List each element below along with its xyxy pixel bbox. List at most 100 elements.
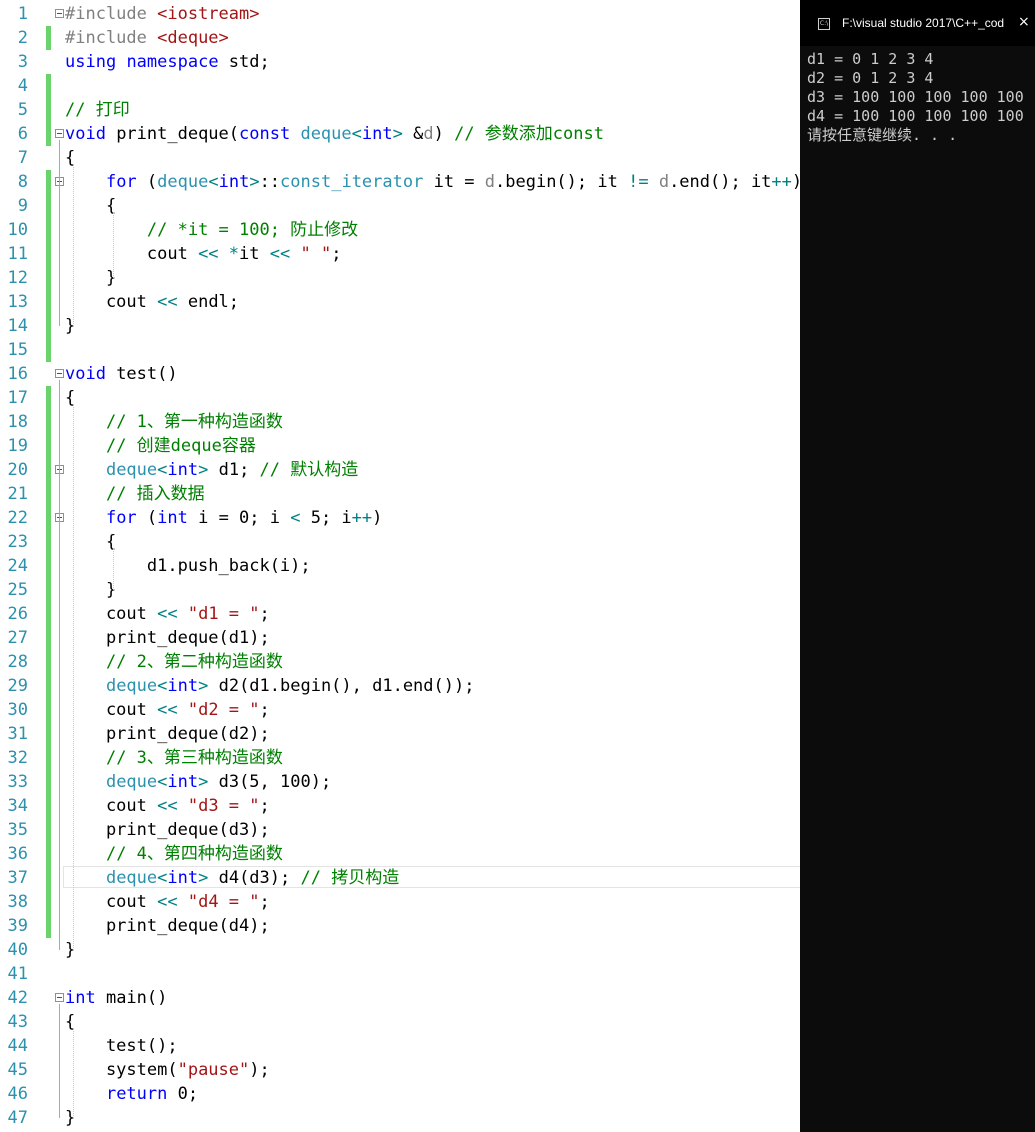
code-line[interactable]: 44 test(); [0, 1034, 800, 1058]
collapse-icon[interactable] [55, 993, 64, 1002]
code-line[interactable]: 30 cout << "d2 = "; [0, 698, 800, 722]
code-line[interactable]: 43{ [0, 1010, 800, 1034]
code-line[interactable]: 34 cout << "d3 = "; [0, 794, 800, 818]
code-line[interactable]: 9 { [0, 194, 800, 218]
code-line[interactable]: 1 #include <iostream> [0, 2, 800, 26]
line-number: 11 [7, 244, 28, 264]
console-output: d1 = 0 1 2 3 4 d2 = 0 1 2 3 4 d3 = 100 100… [807, 50, 1024, 145]
code-line[interactable]: 24 d1.push_back(i); [0, 554, 800, 578]
code-line[interactable]: 33 deque<int> d3(5, 100); [0, 770, 800, 794]
code-line[interactable]: 5 // 打印 [0, 98, 800, 122]
code-text: cout << "d1 = "; [65, 604, 270, 624]
code-text: void test() [65, 364, 178, 384]
change-marker [46, 242, 51, 266]
code-line[interactable]: 21 // 插入数据 [0, 482, 800, 506]
change-marker [46, 770, 51, 794]
code-line[interactable]: 22 for (int i = 0; i < 5; i++) [0, 506, 800, 530]
code-text: #include <iostream> [65, 4, 260, 24]
code-line[interactable]: 14} [0, 314, 800, 338]
code-line[interactable]: 35 print_deque(d3); [0, 818, 800, 842]
code-line[interactable]: 31 print_deque(d2); [0, 722, 800, 746]
collapse-icon[interactable] [55, 369, 64, 378]
indent-guide [113, 212, 114, 278]
console-title-bar[interactable]: C:\ F:\visual studio 2017\C++_cod × [800, 0, 1035, 46]
line-number: 7 [17, 148, 28, 168]
code-line[interactable]: 27 print_deque(d1); [0, 626, 800, 650]
console-output-line: d4 = 100 100 100 100 100 [807, 107, 1024, 125]
line-number: 13 [7, 292, 28, 312]
line-number: 42 [7, 988, 28, 1008]
close-icon[interactable]: × [1018, 14, 1030, 30]
code-line[interactable]: 7{ [0, 146, 800, 170]
code-line[interactable]: 23 { [0, 530, 800, 554]
code-line[interactable]: 36 // 4、第四种构造函数 [0, 842, 800, 866]
code-text: for (deque<int>::const_iterator it = d.b… [105, 172, 800, 192]
code-line[interactable]: 4 [0, 74, 800, 98]
line-number: 26 [7, 604, 28, 624]
line-number: 34 [7, 796, 28, 816]
code-line[interactable]: 25 } [0, 578, 800, 602]
line-number: 19 [7, 436, 28, 456]
change-marker [46, 866, 51, 890]
change-marker [46, 626, 51, 650]
code-line[interactable]: 37 deque<int> d4(d3); // 拷贝构造 [0, 866, 800, 890]
line-number: 21 [7, 484, 28, 504]
code-line[interactable]: 28 // 2、第二种构造函数 [0, 650, 800, 674]
code-line[interactable]: 20 deque<int> d1; // 默认构造 [0, 458, 800, 482]
change-marker [46, 818, 51, 842]
line-number: 30 [7, 700, 28, 720]
code-text: cout << "d2 = "; [65, 700, 270, 720]
code-line[interactable]: 16 void test() [0, 362, 800, 386]
line-number: 3 [17, 52, 28, 72]
change-marker [46, 506, 51, 530]
line-number: 32 [7, 748, 28, 768]
code-line[interactable]: 46 return 0; [0, 1082, 800, 1106]
change-marker [46, 218, 51, 242]
change-marker [46, 674, 51, 698]
code-line[interactable]: 19 // 创建deque容器 [0, 434, 800, 458]
code-line[interactable]: 47} [0, 1106, 800, 1130]
line-number: 17 [7, 388, 28, 408]
code-line[interactable]: 32 // 3、第三种构造函数 [0, 746, 800, 770]
code-line[interactable]: 17{ [0, 386, 800, 410]
code-line[interactable]: 6 void print_deque(const deque<int> &d) /… [0, 122, 800, 146]
code-line[interactable]: 15 [0, 338, 800, 362]
code-line[interactable]: 10 // *it = 100; 防止修改 [0, 218, 800, 242]
code-line[interactable]: 11 cout << *it << " "; [0, 242, 800, 266]
code-editor[interactable]: 1 #include <iostream> 2 #include <deque> 3 us… [0, 0, 800, 1132]
line-number: 23 [7, 532, 28, 552]
code-line[interactable]: 39 print_deque(d4); [0, 914, 800, 938]
code-line[interactable]: 26 cout << "d1 = "; [0, 602, 800, 626]
code-line[interactable]: 18 // 1、第一种构造函数 [0, 410, 800, 434]
change-marker [46, 98, 51, 122]
code-line[interactable]: 42 int main() [0, 986, 800, 1010]
line-number: 33 [7, 772, 28, 792]
code-text: cout << "d3 = "; [65, 796, 270, 816]
code-text: deque<int> d2(d1.begin(), d1.end()); [105, 676, 475, 696]
code-text: // 1、第一种构造函数 [105, 412, 283, 432]
code-line[interactable]: 29 deque<int> d2(d1.begin(), d1.end()); [0, 674, 800, 698]
code-line[interactable]: 3 using namespace std; [0, 50, 800, 74]
code-line[interactable]: 38 cout << "d4 = "; [0, 890, 800, 914]
console-window[interactable]: C:\ F:\visual studio 2017\C++_cod × d1 =… [800, 0, 1035, 1132]
line-number: 12 [7, 268, 28, 288]
line-number: 38 [7, 892, 28, 912]
line-number: 16 [7, 364, 28, 384]
code-line[interactable]: 8 for (deque<int>::const_iterator it = d… [0, 170, 800, 194]
console-output-line: d3 = 100 100 100 100 100 [807, 88, 1024, 106]
code-line[interactable]: 45 system("pause"); [0, 1058, 800, 1082]
code-line[interactable]: 2 #include <deque> [0, 26, 800, 50]
code-text: print_deque(d1); [65, 628, 270, 648]
collapse-icon[interactable] [55, 129, 64, 138]
code-text: int main() [65, 988, 168, 1008]
line-number: 27 [7, 628, 28, 648]
line-number: 36 [7, 844, 28, 864]
code-line[interactable]: 12 } [0, 266, 800, 290]
code-line[interactable]: 13 cout << endl; [0, 290, 800, 314]
change-marker [46, 74, 51, 98]
code-text: // 4、第四种构造函数 [105, 844, 283, 864]
change-marker [46, 914, 51, 938]
collapse-icon[interactable] [55, 9, 64, 18]
code-line[interactable]: 41 [0, 962, 800, 986]
code-line[interactable]: 40} [0, 938, 800, 962]
